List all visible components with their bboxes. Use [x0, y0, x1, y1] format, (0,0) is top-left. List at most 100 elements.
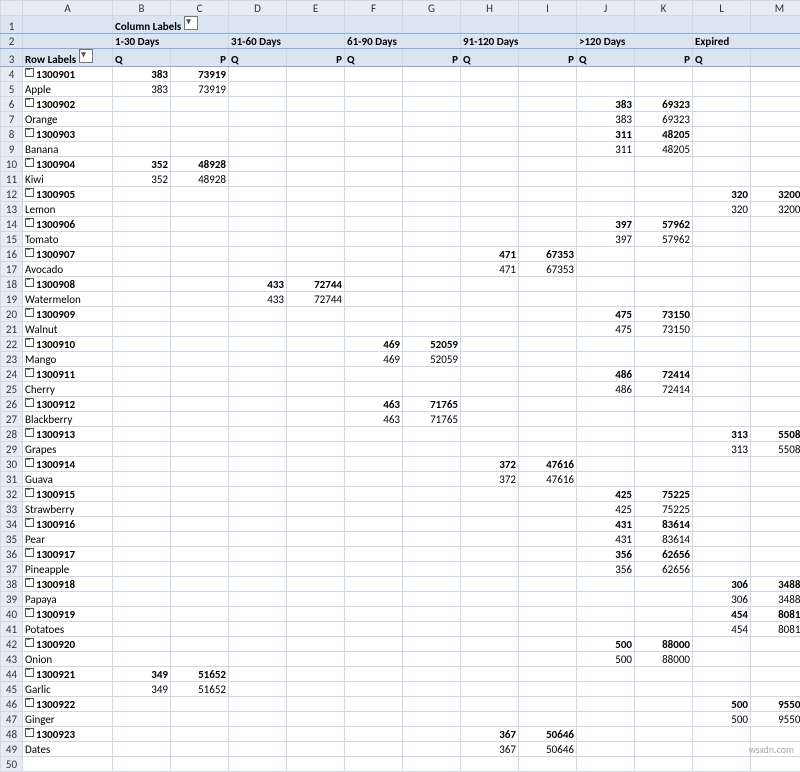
child-val-10[interactable] [693, 172, 751, 187]
child-val-4[interactable] [345, 82, 403, 97]
child-val-6[interactable] [461, 502, 519, 517]
child-val-4[interactable] [345, 112, 403, 127]
group-val-9[interactable] [635, 337, 693, 352]
col-header-D[interactable]: D [229, 1, 287, 16]
child-val-9[interactable] [635, 442, 693, 457]
group-val-3[interactable]: 72744 [287, 277, 345, 292]
group-val-2[interactable] [229, 247, 287, 262]
group-val-10[interactable]: 500 [693, 697, 751, 712]
child-val-2[interactable] [229, 352, 287, 367]
group-val-8[interactable]: 397 [577, 217, 635, 232]
child-val-5[interactable] [403, 442, 461, 457]
subcol-Q-5[interactable]: Q [693, 49, 751, 67]
group-val-4[interactable] [345, 547, 403, 562]
child-val-5[interactable] [403, 592, 461, 607]
child-1300918[interactable]: Papaya [23, 592, 113, 607]
child-val-8[interactable]: 311 [577, 142, 635, 157]
group-val-11[interactable] [751, 637, 800, 652]
group-val-5[interactable] [403, 67, 461, 82]
group-val-2[interactable] [229, 157, 287, 172]
group-val-7[interactable] [519, 607, 577, 622]
row-header-12[interactable]: 12 [1, 187, 23, 202]
group-val-8[interactable]: 431 [577, 517, 635, 532]
group-val-2[interactable] [229, 97, 287, 112]
row-header-13[interactable]: 13 [1, 202, 23, 217]
child-1300913[interactable]: Grapes [23, 442, 113, 457]
group-val-4[interactable] [345, 187, 403, 202]
child-val-9[interactable] [635, 742, 693, 757]
child-val-7[interactable] [519, 532, 577, 547]
child-val-4[interactable] [345, 742, 403, 757]
group-val-2[interactable] [229, 367, 287, 382]
group-val-6[interactable] [461, 187, 519, 202]
group-val-10[interactable] [693, 337, 751, 352]
group-val-8[interactable]: 475 [577, 307, 635, 322]
group-val-7[interactable] [519, 277, 577, 292]
group-val-10[interactable]: 306 [693, 577, 751, 592]
row-header-10[interactable]: 10 [1, 157, 23, 172]
group-val-4[interactable] [345, 577, 403, 592]
child-1300917[interactable]: Pineapple [23, 562, 113, 577]
group-val-10[interactable] [693, 217, 751, 232]
collapse-icon[interactable] [25, 68, 34, 77]
child-val-3[interactable] [287, 322, 345, 337]
group-val-9[interactable]: 62656 [635, 547, 693, 562]
group-val-2[interactable]: 433 [229, 277, 287, 292]
child-val-5[interactable] [403, 532, 461, 547]
child-val-2[interactable] [229, 202, 287, 217]
row-header-47[interactable]: 47 [1, 712, 23, 727]
group-val-7[interactable] [519, 577, 577, 592]
group-1300921[interactable]: 1300921 [23, 667, 113, 682]
child-val-11[interactable] [751, 382, 800, 397]
group-val-10[interactable] [693, 667, 751, 682]
child-1300902[interactable]: Orange [23, 112, 113, 127]
subcol-P-3[interactable]: P [519, 49, 577, 67]
child-val-0[interactable]: 352 [113, 172, 171, 187]
child-val-2[interactable] [229, 472, 287, 487]
child-val-2[interactable] [229, 412, 287, 427]
group-val-9[interactable] [635, 607, 693, 622]
child-val-2[interactable] [229, 502, 287, 517]
group-val-5[interactable] [403, 277, 461, 292]
child-val-2[interactable] [229, 562, 287, 577]
child-val-7[interactable] [519, 712, 577, 727]
child-val-9[interactable]: 73150 [635, 322, 693, 337]
subcol-P-5[interactable]: P [751, 49, 800, 67]
child-val-9[interactable] [635, 622, 693, 637]
child-val-10[interactable] [693, 292, 751, 307]
child-1300908[interactable]: Watermelon [23, 292, 113, 307]
child-val-5[interactable] [403, 562, 461, 577]
child-val-4[interactable] [345, 442, 403, 457]
row-labels-cell[interactable]: Row Labels [23, 49, 113, 67]
group-val-1[interactable] [171, 577, 229, 592]
child-val-1[interactable] [171, 532, 229, 547]
group-val-6[interactable] [461, 217, 519, 232]
group-val-0[interactable]: 349 [113, 667, 171, 682]
group-val-11[interactable] [751, 307, 800, 322]
row-header-28[interactable]: 28 [1, 427, 23, 442]
child-val-7[interactable] [519, 622, 577, 637]
group-val-0[interactable]: 383 [113, 67, 171, 82]
child-val-10[interactable] [693, 682, 751, 697]
child-val-9[interactable]: 75225 [635, 502, 693, 517]
group-val-1[interactable] [171, 397, 229, 412]
col-header-B[interactable]: B [113, 1, 171, 16]
row-header-35[interactable]: 35 [1, 532, 23, 547]
group-val-2[interactable] [229, 397, 287, 412]
group-val-4[interactable] [345, 67, 403, 82]
group-val-8[interactable] [577, 457, 635, 472]
child-val-4[interactable] [345, 652, 403, 667]
row-header-3[interactable]: 3 [1, 49, 23, 67]
child-val-9[interactable]: 72414 [635, 382, 693, 397]
row-header-39[interactable]: 39 [1, 592, 23, 607]
child-val-6[interactable] [461, 232, 519, 247]
group-val-3[interactable] [287, 67, 345, 82]
row-header-14[interactable]: 14 [1, 217, 23, 232]
collapse-icon[interactable] [25, 608, 34, 617]
row-header-11[interactable]: 11 [1, 172, 23, 187]
child-val-6[interactable] [461, 382, 519, 397]
group-val-8[interactable]: 425 [577, 487, 635, 502]
group-val-0[interactable] [113, 127, 171, 142]
row-header-26[interactable]: 26 [1, 397, 23, 412]
group-val-9[interactable] [635, 67, 693, 82]
